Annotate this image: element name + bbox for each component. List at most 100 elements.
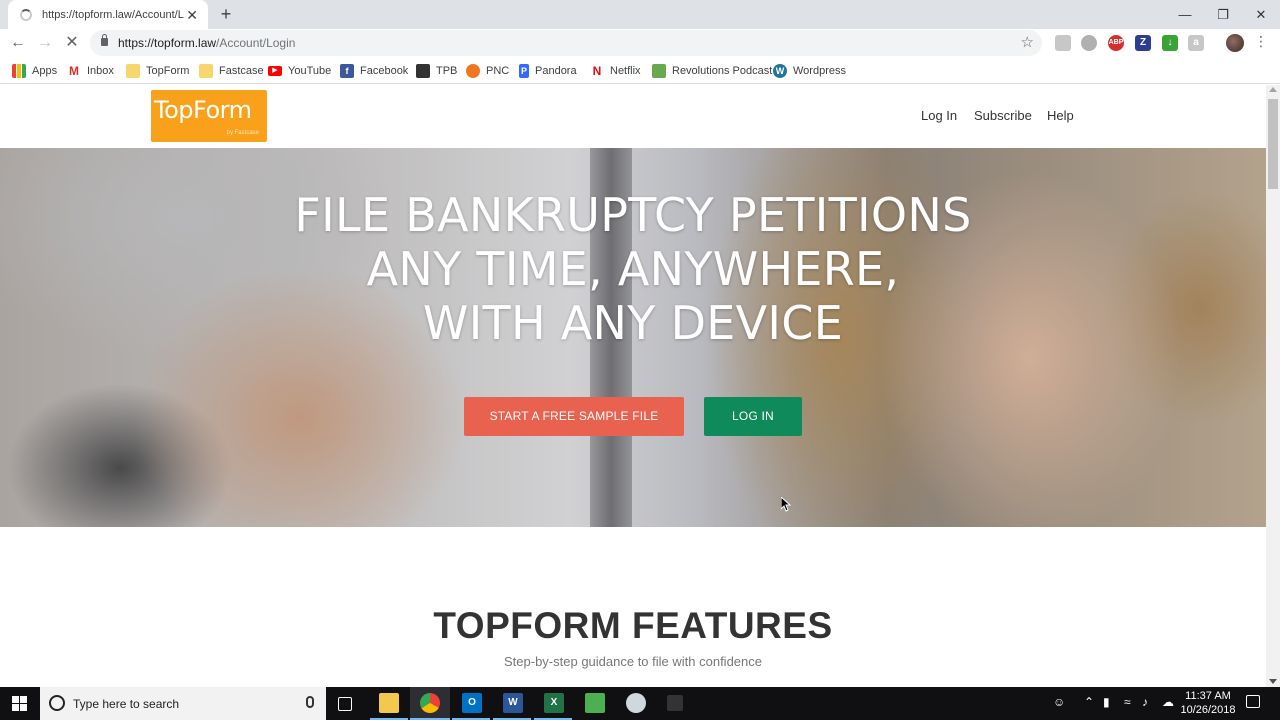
nav-help-link[interactable]: Help — [1047, 108, 1074, 123]
netflix-icon: N — [592, 64, 602, 78]
features-heading: TOPFORM FEATURES — [433, 605, 833, 646]
windows-start-icon[interactable] — [12, 696, 27, 711]
back-arrow-icon[interactable]: ← — [7, 33, 29, 53]
hero-headline-line: ANY TIME, ANYWHERE, — [366, 242, 900, 296]
stop-loading-icon[interactable]: ✕ — [61, 33, 83, 53]
facebook-icon: f — [340, 64, 354, 78]
bookmark-label: Facebook — [360, 65, 409, 77]
taskbar-search-placeholder: Type here to search — [73, 697, 180, 711]
features-subheading: Step-by-step guidance to file with confi… — [504, 654, 762, 669]
new-tab-button[interactable]: + — [216, 4, 236, 24]
bookmark-star-icon[interactable]: ☆ — [1021, 33, 1034, 51]
browser-toolbar: ← → ✕ https://topform.law/Account/Login … — [0, 29, 1280, 57]
mouse-cursor-icon — [781, 497, 791, 512]
gmail-icon: M — [69, 64, 79, 78]
hero-headline-line: FILE BANKRUPTCY PETITIONS — [294, 188, 972, 242]
bookmark-pandora[interactable]: P Pandora — [519, 63, 577, 79]
address-bar[interactable]: https://topform.law/Account/Login ☆ — [90, 30, 1042, 56]
folder-icon — [199, 64, 213, 78]
extension-a-icon[interactable]: a — [1188, 35, 1204, 51]
onedrive-icon[interactable]: ☁ — [1162, 695, 1174, 709]
nav-login-link[interactable]: Log In — [921, 108, 957, 123]
tpb-icon — [416, 64, 430, 78]
bookmark-inbox[interactable]: M Inbox — [67, 63, 114, 79]
microphone-icon[interactable] — [306, 696, 314, 708]
app-window-icon[interactable] — [667, 695, 683, 711]
bookmark-youtube[interactable]: ▶ YouTube — [268, 63, 331, 79]
bookmark-label: Revolutions Podcast — [672, 65, 773, 77]
volume-muted-icon[interactable]: ♪ — [1142, 695, 1148, 709]
bookmarks-bar: Apps M Inbox TopForm Fastcase ▶ YouTube fF… — [0, 57, 1280, 84]
bookmark-facebook[interactable]: f Facebook — [340, 63, 408, 79]
bookmark-fastcase[interactable]: Fastcase — [199, 63, 264, 79]
excel-icon[interactable]: X — [544, 693, 564, 713]
task-view-icon[interactable] — [338, 697, 352, 711]
bookmark-label: PNC — [486, 65, 510, 77]
hero-banner: FILE BANKRUPTCY PETITIONS ANY TIME, ANYW… — [0, 148, 1266, 527]
extension-pdf-icon[interactable] — [1055, 35, 1071, 51]
url-text: https://topform.law/Account/Login — [118, 36, 296, 50]
page-scrollbar[interactable] — [1266, 85, 1280, 687]
bookmark-topform[interactable]: TopForm — [126, 63, 189, 79]
podcast-icon — [652, 64, 666, 78]
scroll-down-arrow-icon[interactable] — [1269, 679, 1277, 684]
bookmark-label: Fastcase — [219, 65, 264, 77]
adblock-icon[interactable]: ABP — [1108, 35, 1124, 51]
clock-time: 11:37 AM — [1185, 690, 1231, 702]
restore-button[interactable]: ❐ — [1204, 0, 1242, 29]
topform-logo[interactable]: TopForm by Fastcase — [151, 90, 267, 142]
forward-arrow-icon[interactable]: → — [34, 33, 56, 53]
battery-icon[interactable]: ▮ — [1103, 695, 1110, 709]
bookmark-apps[interactable]: Apps — [12, 63, 57, 79]
extension-download-icon[interactable]: ↓ — [1162, 35, 1178, 51]
logo-subtext: by Fastcase — [226, 130, 259, 136]
hero-login-button[interactable]: LOG IN — [704, 397, 802, 436]
chrome-icon[interactable] — [420, 693, 440, 713]
folder-icon — [126, 64, 140, 78]
nav-subscribe-link[interactable]: Subscribe — [974, 108, 1032, 123]
taskbar-clock[interactable]: 11:37 AM 10/26/2018 — [1178, 689, 1238, 717]
bookmark-label: Wordpress — [793, 65, 846, 77]
taskbar-search-box[interactable]: Type here to search — [40, 687, 326, 720]
file-explorer-icon[interactable] — [379, 693, 399, 713]
minimize-button[interactable]: — — [1166, 0, 1204, 29]
bookmark-netflix[interactable]: N Netflix — [590, 63, 641, 79]
people-icon[interactable]: ☺ — [1053, 695, 1065, 709]
extension-drive-icon[interactable] — [1081, 35, 1097, 51]
paint-app-icon[interactable] — [626, 693, 646, 713]
lock-icon — [101, 34, 108, 46]
bookmark-label: Pandora — [535, 65, 577, 77]
spreadsheet-app-icon[interactable] — [585, 693, 605, 713]
menu-dots-icon[interactable]: ⋮ — [1254, 33, 1268, 50]
show-hidden-icons[interactable]: ⌃ — [1084, 695, 1094, 709]
loading-spinner-icon — [20, 8, 32, 21]
bookmark-label: Inbox — [87, 65, 114, 77]
tab-strip: https://topform.law/Account/Login ✕ + — … — [0, 0, 1280, 29]
hero-headline-line: WITH ANY DEVICE — [422, 296, 844, 350]
scroll-up-arrow-icon[interactable] — [1269, 87, 1277, 92]
action-center-icon[interactable] — [1246, 695, 1260, 708]
wifi-icon[interactable]: ≈ — [1124, 695, 1131, 709]
bookmark-wordpress[interactable]: W Wordpress — [773, 63, 846, 79]
profile-avatar[interactable] — [1226, 34, 1244, 52]
bookmark-label: TPB — [436, 65, 458, 77]
windows-taskbar: Type here to search O W X ☺ ⌃ ▮ ≈ ♪ ☁ 11… — [0, 687, 1280, 720]
bookmark-revolutions-podcast[interactable]: Revolutions Podcast — [652, 63, 772, 79]
bookmark-tpb[interactable]: TPB — [416, 63, 457, 79]
hero-headline: FILE BANKRUPTCY PETITIONS ANY TIME, ANYW… — [0, 188, 1266, 350]
pnc-icon — [466, 64, 480, 78]
bookmark-pnc[interactable]: PNC — [466, 63, 509, 79]
scrollbar-thumb[interactable] — [1268, 99, 1278, 189]
youtube-icon: ▶ — [268, 66, 282, 76]
outlook-icon[interactable]: O — [462, 693, 482, 713]
pandora-icon: P — [519, 64, 529, 78]
start-free-sample-button[interactable]: START A FREE SAMPLE FILE — [464, 397, 684, 436]
close-window-button[interactable]: ✕ — [1242, 0, 1280, 29]
bookmark-label: YouTube — [288, 65, 332, 77]
logo-text: TopForm — [154, 96, 252, 124]
close-tab-icon[interactable]: ✕ — [184, 7, 200, 23]
browser-tab[interactable]: https://topform.law/Account/Login ✕ — [8, 0, 208, 29]
tab-title: https://topform.law/Account/Login — [42, 8, 184, 21]
zotero-icon[interactable]: Z — [1135, 35, 1151, 51]
word-icon[interactable]: W — [503, 693, 523, 713]
